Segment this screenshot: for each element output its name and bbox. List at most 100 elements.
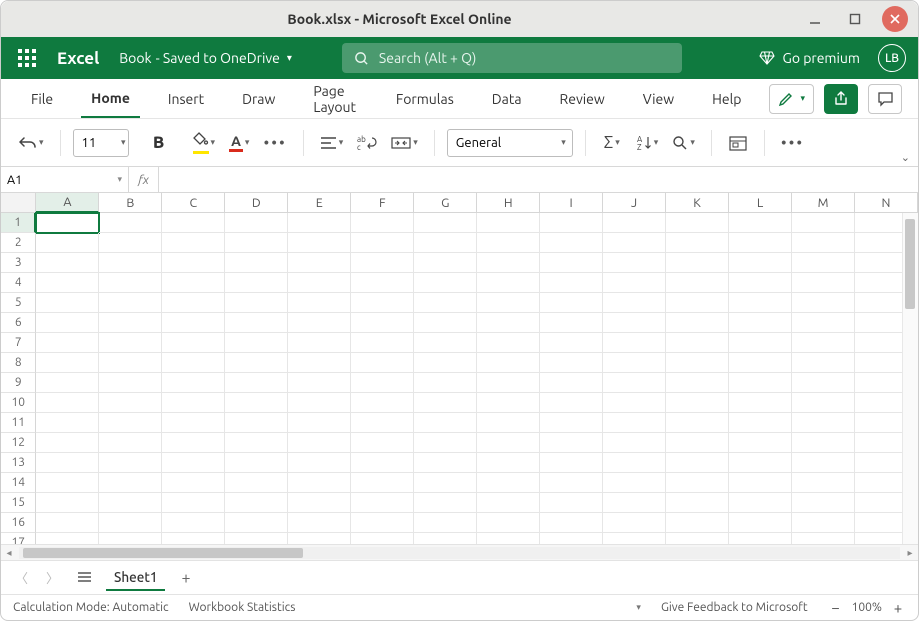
cell[interactable] [477, 273, 540, 293]
cell[interactable] [729, 213, 792, 233]
cell[interactable] [666, 473, 729, 493]
cell[interactable] [36, 353, 99, 373]
cell[interactable] [351, 513, 414, 533]
cell[interactable] [666, 353, 729, 373]
sheet-nav-prev[interactable]: 〈 [11, 568, 32, 587]
column-header[interactable]: N [855, 193, 918, 213]
cell[interactable] [666, 513, 729, 533]
cell[interactable] [792, 293, 855, 313]
cell[interactable] [351, 373, 414, 393]
number-format-dropdown[interactable]: General ▾ [447, 129, 573, 157]
cell[interactable] [729, 433, 792, 453]
cell[interactable] [99, 213, 162, 233]
cell[interactable] [36, 333, 99, 353]
cell[interactable] [540, 473, 603, 493]
more-commands-button[interactable]: ••• [777, 127, 808, 159]
ribbon-collapse-button[interactable]: ⌄ [901, 151, 910, 164]
cell[interactable] [351, 313, 414, 333]
cell[interactable] [792, 273, 855, 293]
cell[interactable] [729, 393, 792, 413]
cell[interactable] [351, 433, 414, 453]
cell[interactable] [351, 353, 414, 373]
cell[interactable] [99, 353, 162, 373]
cell[interactable] [792, 333, 855, 353]
cell[interactable] [729, 413, 792, 433]
cell[interactable] [36, 253, 99, 273]
cell[interactable] [99, 413, 162, 433]
search-input[interactable]: Search (Alt + Q) [342, 43, 682, 73]
tab-file[interactable]: File [21, 79, 63, 118]
cell[interactable] [36, 493, 99, 513]
cell[interactable] [225, 373, 288, 393]
cell[interactable] [225, 253, 288, 273]
cell[interactable] [792, 433, 855, 453]
cell[interactable] [414, 533, 477, 544]
cell[interactable] [603, 513, 666, 533]
formula-input[interactable] [159, 167, 918, 192]
cell[interactable] [351, 413, 414, 433]
cell[interactable] [603, 473, 666, 493]
cell[interactable] [162, 213, 225, 233]
row-header[interactable]: 13 [1, 453, 36, 473]
row-header[interactable]: 12 [1, 433, 36, 453]
cell[interactable] [414, 233, 477, 253]
cell[interactable] [666, 233, 729, 253]
cell[interactable] [666, 213, 729, 233]
cell[interactable] [36, 233, 99, 253]
cell[interactable] [351, 453, 414, 473]
user-avatar[interactable]: LB [878, 44, 906, 72]
cell[interactable] [225, 273, 288, 293]
cell[interactable] [99, 393, 162, 413]
cell[interactable] [225, 293, 288, 313]
comments-button[interactable] [868, 84, 902, 114]
column-header[interactable]: K [666, 193, 729, 213]
cell[interactable] [603, 413, 666, 433]
font-color-button[interactable]: A ▾ [225, 127, 253, 159]
cell[interactable] [288, 533, 351, 544]
cell[interactable] [288, 493, 351, 513]
cell[interactable] [729, 453, 792, 473]
cell[interactable] [162, 373, 225, 393]
cell[interactable] [414, 373, 477, 393]
cell[interactable] [414, 273, 477, 293]
cell[interactable] [288, 373, 351, 393]
autosum-button[interactable]: Σ ▾ [598, 127, 626, 159]
cell[interactable] [477, 313, 540, 333]
cell[interactable] [36, 413, 99, 433]
cell[interactable] [351, 333, 414, 353]
cell[interactable] [414, 453, 477, 473]
cell[interactable] [603, 213, 666, 233]
cell[interactable] [477, 353, 540, 373]
cell[interactable] [288, 273, 351, 293]
cell[interactable] [729, 253, 792, 273]
row-header[interactable]: 10 [1, 393, 36, 413]
column-header[interactable]: B [99, 193, 162, 213]
window-close-button[interactable] [882, 6, 908, 32]
cell[interactable] [666, 533, 729, 544]
cell[interactable] [666, 293, 729, 313]
cell[interactable] [792, 313, 855, 333]
cell[interactable] [162, 493, 225, 513]
editing-mode-button[interactable]: ▾ [769, 84, 814, 114]
fill-color-button[interactable]: ▾ [189, 127, 220, 159]
cell[interactable] [225, 413, 288, 433]
cell[interactable] [729, 473, 792, 493]
row-header[interactable]: 11 [1, 413, 36, 433]
cell[interactable] [288, 293, 351, 313]
cell[interactable] [225, 313, 288, 333]
cell[interactable] [540, 513, 603, 533]
cell[interactable] [792, 233, 855, 253]
cell[interactable] [540, 313, 603, 333]
cell[interactable] [351, 493, 414, 513]
cell[interactable] [99, 453, 162, 473]
column-header[interactable]: M [792, 193, 855, 213]
cell[interactable] [666, 393, 729, 413]
cell[interactable] [414, 393, 477, 413]
cell[interactable] [36, 273, 99, 293]
cell[interactable] [603, 393, 666, 413]
cell[interactable] [99, 433, 162, 453]
cell[interactable] [540, 413, 603, 433]
document-name-dropdown[interactable]: Book - Saved to OneDrive ▾ [119, 50, 292, 66]
cell[interactable] [477, 253, 540, 273]
cell[interactable] [99, 293, 162, 313]
